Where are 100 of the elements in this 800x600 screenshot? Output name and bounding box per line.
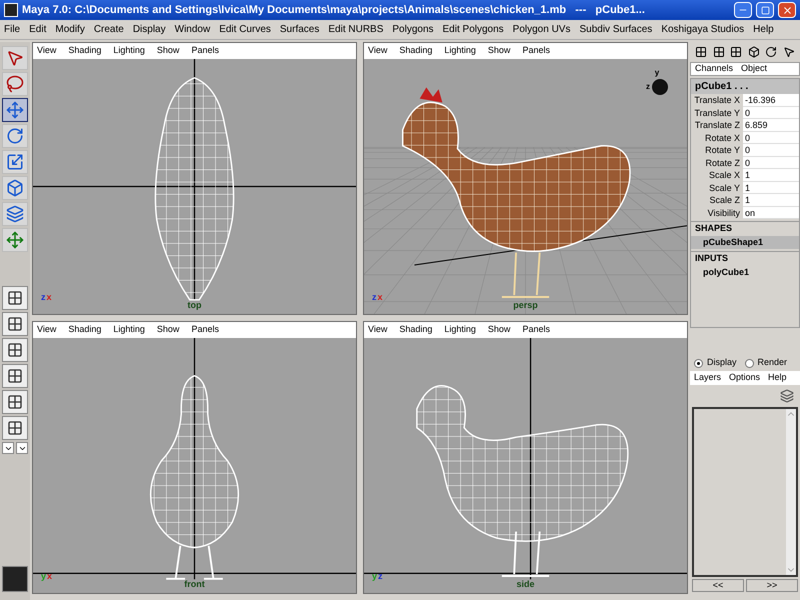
attribute-value-field[interactable]: on [743, 206, 799, 219]
tool-button[interactable] [2, 98, 28, 122]
radio-button[interactable] [744, 358, 754, 368]
viewport-panel[interactable]: View Shading Lighting Show Panels zx top [32, 42, 357, 315]
attribute-value-field[interactable]: 0 [743, 106, 799, 119]
viewport-menu-item[interactable]: Show [488, 44, 510, 58]
layout-button[interactable] [2, 416, 28, 440]
viewport-menu-item[interactable]: Lighting [444, 44, 476, 58]
dropdown-button[interactable] [2, 442, 14, 454]
layout-button[interactable] [2, 390, 28, 414]
viewport-menu-item[interactable]: Show [156, 44, 180, 58]
menu-item[interactable]: Polygons [392, 22, 434, 37]
menu-item[interactable]: Edit Curves [219, 22, 271, 37]
viewport-menu-item[interactable]: Show [156, 323, 180, 337]
menu-item[interactable]: Display [132, 22, 166, 37]
panel-toggle-button[interactable] [712, 44, 726, 60]
viewport-menu-item[interactable]: Shading [68, 44, 102, 58]
attribute-value-field[interactable]: 1 [743, 169, 799, 182]
menu-item[interactable]: Koshigaya Studios [661, 22, 744, 37]
menu-item[interactable]: Help [753, 22, 774, 37]
layer-menu-item[interactable]: Help [768, 371, 787, 385]
viewport-menu-item[interactable]: Lighting [113, 44, 145, 58]
viewport-menu-item[interactable]: View [368, 323, 388, 337]
viewport-menu-item[interactable]: Panels [522, 44, 550, 58]
layered-plane-icon [6, 205, 24, 223]
move-icon [6, 101, 24, 119]
menu-item[interactable]: Window [174, 22, 210, 37]
tool-button[interactable] [2, 176, 28, 200]
axis-label: z [41, 293, 46, 302]
menu-item[interactable]: Subdiv Surfaces [579, 22, 652, 37]
menu-item[interactable]: File [4, 22, 20, 37]
axis-label: z [378, 572, 383, 581]
attribute-value-field[interactable]: 0 [743, 132, 799, 144]
panel-toggle-button[interactable] [764, 44, 778, 60]
attribute-value-field[interactable]: 1 [743, 194, 799, 206]
menu-item[interactable]: Create [94, 22, 124, 37]
menu-item[interactable]: Surfaces [280, 22, 320, 37]
viewport-menu-item[interactable]: Shading [399, 323, 432, 337]
layout-button[interactable] [2, 286, 28, 310]
menu-item[interactable]: Edit [29, 22, 46, 37]
view-compass[interactable]: y z [639, 67, 675, 107]
scrollbar[interactable] [786, 409, 796, 575]
viewport-menu-item[interactable]: View [368, 44, 388, 58]
viewport-menu-item[interactable]: Shading [399, 44, 432, 58]
panel-toggle-button[interactable] [729, 44, 744, 60]
viewport-panel[interactable]: View Shading Lighting Show Panels zx y z persp [363, 42, 688, 315]
close-icon [782, 4, 792, 16]
viewport-menu-item[interactable]: Shading [68, 323, 102, 337]
layer-menu-item[interactable]: Options [729, 371, 760, 385]
layout-button[interactable] [2, 338, 28, 362]
menu-item[interactable]: Edit Polygons [442, 22, 504, 37]
attribute-value-field[interactable]: 6.859 [743, 119, 799, 132]
node-item[interactable]: polyCube1 [691, 266, 799, 279]
viewport-menu-item[interactable]: Show [488, 323, 510, 337]
viewport-panel[interactable]: View Shading Lighting Show Panels yx front [32, 321, 357, 594]
section-header: INPUTS [694, 252, 730, 265]
menu-item[interactable]: Modify [55, 22, 85, 37]
page-button[interactable]: << [692, 579, 744, 592]
tool-button[interactable] [2, 202, 28, 226]
viewport-menu-item[interactable]: View [37, 323, 56, 337]
viewport-menu-item[interactable]: Lighting [444, 323, 476, 337]
viewport-menu-item[interactable]: Panels [522, 323, 550, 337]
close-button[interactable] [778, 2, 796, 18]
menu-item[interactable]: Polygon UVs [512, 22, 570, 37]
radio-button[interactable] [694, 358, 703, 368]
channel-menu-item[interactable]: Channels [695, 62, 734, 76]
restore-button[interactable] [756, 2, 774, 18]
layout-button[interactable] [2, 312, 28, 336]
viewport-panel[interactable]: View Shading Lighting Show Panels yz side [363, 321, 688, 594]
layer-menu-item[interactable]: Layers [694, 371, 722, 385]
channel-menu-item[interactable]: Object [741, 62, 768, 76]
attribute-value-field[interactable]: 1 [743, 182, 799, 194]
dropdown-button[interactable] [16, 442, 28, 454]
viewport-canvas[interactable]: zx y z persp [364, 59, 687, 314]
tool-button[interactable] [2, 46, 28, 70]
panel-toggle-button[interactable] [782, 44, 796, 60]
panel-toggle-button[interactable] [694, 44, 708, 60]
attribute-value-field[interactable]: 0 [743, 144, 799, 156]
viewport-canvas[interactable]: zx top [33, 59, 356, 314]
viewport-menu-item[interactable]: View [37, 44, 56, 58]
panel-toggle-button[interactable] [746, 44, 761, 60]
viewport-canvas[interactable]: yz side [364, 338, 687, 593]
minimize-button[interactable] [734, 2, 752, 18]
view-label: top [188, 298, 202, 312]
viewport-menu-item[interactable]: Panels [191, 44, 219, 58]
menu-item[interactable]: Edit NURBS [328, 22, 384, 37]
page-button[interactable]: >> [746, 579, 798, 592]
viewport-menu-item[interactable]: Lighting [113, 323, 145, 337]
tool-button[interactable] [2, 150, 28, 174]
layout-button[interactable] [2, 364, 28, 388]
attribute-value-field[interactable]: 0 [743, 156, 799, 169]
new-layer-button[interactable] [778, 387, 796, 405]
viewport-menu-item[interactable]: Panels [191, 323, 219, 337]
tool-button[interactable] [2, 124, 28, 148]
viewport-canvas[interactable]: yx front [33, 338, 356, 593]
tool-button[interactable] [2, 228, 28, 252]
attribute-value-field[interactable]: -16.396 [743, 94, 799, 106]
tool-button[interactable] [2, 72, 28, 96]
node-item[interactable]: pCubeShape1 [691, 236, 799, 249]
object-name[interactable]: pCube1 . . . [691, 79, 799, 94]
